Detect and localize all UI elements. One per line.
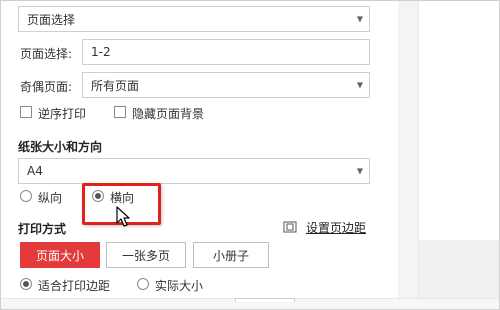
paper-size-value: A4 bbox=[27, 164, 43, 178]
hide-background-label: 隐藏页面背景 bbox=[132, 107, 205, 121]
multi-page-button[interactable]: 一张多页 bbox=[106, 242, 186, 268]
fit-margins-label: 适合打印边距 bbox=[38, 279, 111, 293]
chevron-down-icon: ▼ bbox=[356, 80, 363, 90]
multi-page-button-label: 一张多页 bbox=[121, 248, 170, 263]
portrait-radio[interactable] bbox=[20, 190, 32, 202]
odd-even-value: 所有页面 bbox=[91, 78, 140, 93]
mouse-cursor-icon bbox=[116, 206, 130, 227]
partial-input-field[interactable] bbox=[235, 298, 295, 302]
chevron-down-icon: ▼ bbox=[356, 166, 363, 176]
print-settings-panel: 页面选择 ▼ 页面选择: 1-2 奇偶页面: 所有页面 ▼ 逆序打印 隐藏页面背… bbox=[0, 0, 398, 310]
reverse-print-label: 逆序打印 bbox=[38, 107, 87, 121]
page-range-dropdown[interactable]: 页面选择 ▼ bbox=[18, 6, 370, 32]
actual-size-radio[interactable] bbox=[137, 278, 149, 290]
page-range-value: 页面选择 bbox=[27, 12, 76, 27]
paper-size-dropdown[interactable]: A4 ▼ bbox=[18, 158, 370, 184]
set-margins-link[interactable]: 设置页边距 bbox=[306, 219, 366, 236]
booklet-button[interactable]: 小册子 bbox=[193, 242, 269, 268]
odd-even-label: 奇偶页面: bbox=[20, 80, 73, 94]
hide-background-checkbox[interactable] bbox=[114, 106, 126, 118]
reverse-print-checkbox[interactable] bbox=[20, 106, 32, 118]
print-mode-title: 打印方式 bbox=[18, 222, 67, 236]
preview-background bbox=[418, 240, 500, 298]
chevron-down-icon: ▼ bbox=[356, 14, 363, 24]
print-preview-area bbox=[418, 0, 500, 240]
portrait-label: 纵向 bbox=[38, 191, 63, 205]
page-select-input[interactable]: 1-2 bbox=[82, 39, 370, 65]
actual-size-label: 实际大小 bbox=[155, 279, 204, 293]
paper-section-title: 纸张大小和方向 bbox=[18, 140, 103, 154]
page-margin-icon[interactable] bbox=[283, 221, 297, 233]
panel-scrollbar[interactable] bbox=[398, 0, 418, 298]
page-select-label: 页面选择: bbox=[20, 47, 73, 61]
fit-margins-radio[interactable] bbox=[20, 278, 32, 290]
page-select-value: 1-2 bbox=[91, 45, 111, 59]
odd-even-dropdown[interactable]: 所有页面 ▼ bbox=[82, 72, 370, 98]
page-size-button[interactable]: 页面大小 bbox=[20, 242, 100, 268]
booklet-button-label: 小册子 bbox=[212, 248, 249, 263]
page-size-button-label: 页面大小 bbox=[35, 248, 84, 263]
